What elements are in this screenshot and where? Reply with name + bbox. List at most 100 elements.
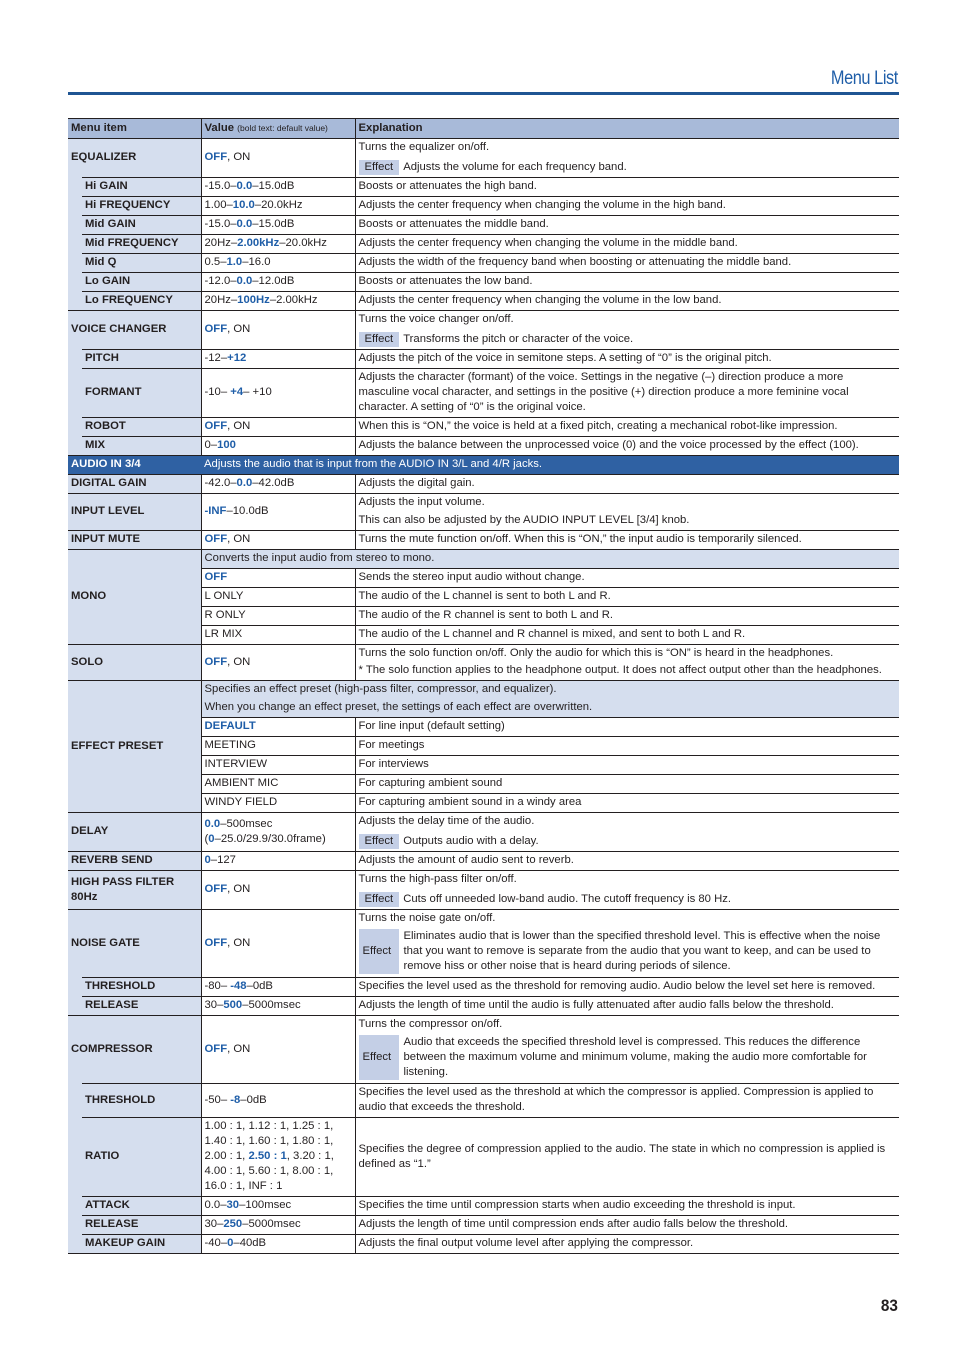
default-value: 2.50 : 1 xyxy=(248,1150,287,1162)
table-row-mono: MONO Converts the input audio from stereo… xyxy=(68,549,899,645)
explanation-cell: Adjusts the amount of audio sent to reve… xyxy=(354,851,899,871)
value-range-start: -12.0– xyxy=(204,275,237,287)
option-value: WINDY FIELD xyxy=(200,793,355,813)
value-cell: 1.00–10.0–20.0kHz xyxy=(200,196,355,216)
value-range-start: 20Hz– xyxy=(204,237,238,249)
title-rule xyxy=(68,92,899,95)
section-label: AUDIO IN 3/4 xyxy=(68,455,201,475)
default-value: OFF xyxy=(204,883,228,895)
option-explanation: For capturing ambient sound xyxy=(354,774,899,794)
value-range-end: , ON xyxy=(227,936,251,949)
menu-item-label: MAKEUP GAIN xyxy=(68,1234,201,1254)
effect-line: Effect Adjusts the volume for each freque… xyxy=(358,158,897,175)
page-title: Menu List xyxy=(831,68,898,89)
value-range-end: –20.0kHz xyxy=(254,199,303,211)
value-range-end: –15.0dB xyxy=(252,218,295,230)
default-value: 100Hz xyxy=(237,294,270,306)
option-value: AMBIENT MIC xyxy=(200,774,355,794)
menu-list-table: Menu item Value (bold text: default valu… xyxy=(68,118,899,1254)
option-explanation: The audio of the L channel is sent to bo… xyxy=(354,587,899,607)
value-range-end: , ON xyxy=(227,323,251,335)
value-range-start: 30– xyxy=(204,1218,224,1230)
table-row-digital-gain: DIGITAL GAIN -42.0–0.0–42.0dB Adjusts the … xyxy=(68,474,899,494)
menu-item-label: DIGITAL GAIN xyxy=(68,474,201,494)
value-range-end: , ON xyxy=(227,1042,251,1055)
table-row: PITCH -12–+12 Adjusts the pitch of the voi… xyxy=(68,349,899,369)
value-cell: 30–500–5000msec xyxy=(200,996,355,1016)
value-range-start: 0.5– xyxy=(204,256,227,268)
explanation-text: Turns the voice changer on/off. xyxy=(358,313,514,325)
explanation-cell: Turns the solo function on/off. Only the… xyxy=(354,644,899,681)
effect-tag: Effect xyxy=(358,332,400,347)
effect-line: Effect Cuts off unneeded low-band audio. … xyxy=(358,890,897,907)
explanation-text: Adjusts the delay time of the audio. xyxy=(358,815,535,827)
value-cell: 0.5–1.0–16.0 xyxy=(200,253,355,273)
value-range-start: -42.0– xyxy=(204,477,237,489)
table-row-input-level: INPUT LEVEL -INF–10.0dB Adjusts the input … xyxy=(68,493,899,531)
explanation-cell: Turns the compressor on/off. Effect Audio … xyxy=(354,1015,899,1084)
table-row-reverb-send: REVERB SEND 0–127 Adjusts the amount of au… xyxy=(68,851,899,871)
default-value: 0.0 xyxy=(236,477,253,489)
effect-line: Effect Transforms the pitch or character … xyxy=(358,330,897,347)
value-range-end: –25.0/29.9/30.0frame) xyxy=(214,832,326,845)
option-value: L ONLY xyxy=(200,587,355,607)
effect-tag: Effect xyxy=(358,834,400,849)
effect-description: Audio that exceeds the specified thresho… xyxy=(403,1036,867,1078)
value-range-end: , ON xyxy=(227,420,251,432)
default-value: 1.0 xyxy=(226,256,243,268)
explanation-text: Adjusts the input volume. xyxy=(358,496,485,508)
menu-item-label: PITCH xyxy=(68,349,201,369)
default-value: 500 xyxy=(223,999,243,1011)
value-cell: -80– -48–0dB xyxy=(200,977,355,997)
value-cell: OFF, ON xyxy=(200,909,355,978)
table-row: RATIO 1.00 : 1, 1.12 : 1, 1.25 : 1, 1.40 … xyxy=(68,1117,899,1197)
value-range-end: , ON xyxy=(227,151,251,163)
table-row: RELEASE 30–250–5000msec Adjusts the length… xyxy=(68,1215,899,1235)
value-cell: 20Hz–100Hz–2.00kHz xyxy=(200,291,355,311)
value-range-end: –42.0dB xyxy=(252,477,295,489)
explanation-cell: Adjusts the input volume. This can also b… xyxy=(354,493,899,531)
menu-item-label: FORMANT xyxy=(68,368,201,418)
default-value: OFF xyxy=(204,1042,228,1055)
menu-item-label: NOISE GATE xyxy=(68,909,201,978)
value-range-start: -40– xyxy=(204,1237,228,1249)
value-range-end: –15.0dB xyxy=(252,180,295,192)
value-range-start: 0.0– xyxy=(204,1199,227,1211)
value-cell: OFF, ON xyxy=(200,310,355,350)
table-row-delay: DELAY 0.0–500msec (0–25.0/29.9/30.0frame) A… xyxy=(68,812,899,852)
option-intro-line-1: Specifies an effect preset (high-pass fi… xyxy=(204,683,557,695)
value-cell: OFF, ON xyxy=(200,1015,355,1084)
table-row: RELEASE 30–500–5000msec Adjusts the length… xyxy=(68,996,899,1016)
table-row-solo: SOLO OFF, ON Turns the solo function on/of… xyxy=(68,644,899,681)
effect-description: Eliminates audio that is lower than the … xyxy=(403,930,881,972)
option-intro: Converts the input audio from stereo to … xyxy=(200,549,899,569)
default-value: OFF xyxy=(204,323,228,335)
value-range-end: , ON xyxy=(227,655,251,668)
value-line-2: (0–25.0/29.9/30.0frame) xyxy=(205,832,352,847)
default-value: 0.0 xyxy=(236,180,253,192)
explanation-cell: Adjusts the digital gain. xyxy=(354,474,899,494)
value-range-end: –16.0 xyxy=(242,256,271,268)
explanation-cell: Adjusts the center frequency when changi… xyxy=(354,234,899,254)
menu-item-label: Mid GAIN xyxy=(68,215,201,235)
value-cell: -42.0–0.0–42.0dB xyxy=(200,474,355,494)
default-value: 10.0 xyxy=(232,199,255,211)
table-header-row: Menu item Value (bold text: default valu… xyxy=(68,118,899,139)
section-header-audio-in: AUDIO IN 3/4 Adjusts the audio that is in… xyxy=(68,455,899,475)
default-value: OFF xyxy=(204,533,228,545)
default-value: 250 xyxy=(223,1218,243,1230)
explanation-cell: Adjusts the final output volume level af… xyxy=(354,1234,899,1254)
value-range-start: 30– xyxy=(204,999,224,1011)
explanation-text-2: This can also be adjusted by the AUDIO I… xyxy=(358,514,690,526)
value-range-end: , ON xyxy=(227,883,251,895)
value-range-start: -10– xyxy=(204,386,231,398)
value-cell: OFF, ON xyxy=(200,644,355,681)
option-value: LR MIX xyxy=(200,625,355,645)
value-cell: 0–127 xyxy=(200,851,355,871)
table-row: THRESHOLD -50– -8–0dB Specifies the level … xyxy=(68,1083,899,1118)
menu-item-label: Hi GAIN xyxy=(68,177,201,197)
option-explanation: Sends the stereo input audio without cha… xyxy=(354,568,899,588)
table-row: MAKEUP GAIN -40–0–40dB Adjusts the final o… xyxy=(68,1234,899,1254)
value-cell: -INF–10.0dB xyxy=(200,493,355,531)
default-value: -8 xyxy=(230,1093,241,1106)
